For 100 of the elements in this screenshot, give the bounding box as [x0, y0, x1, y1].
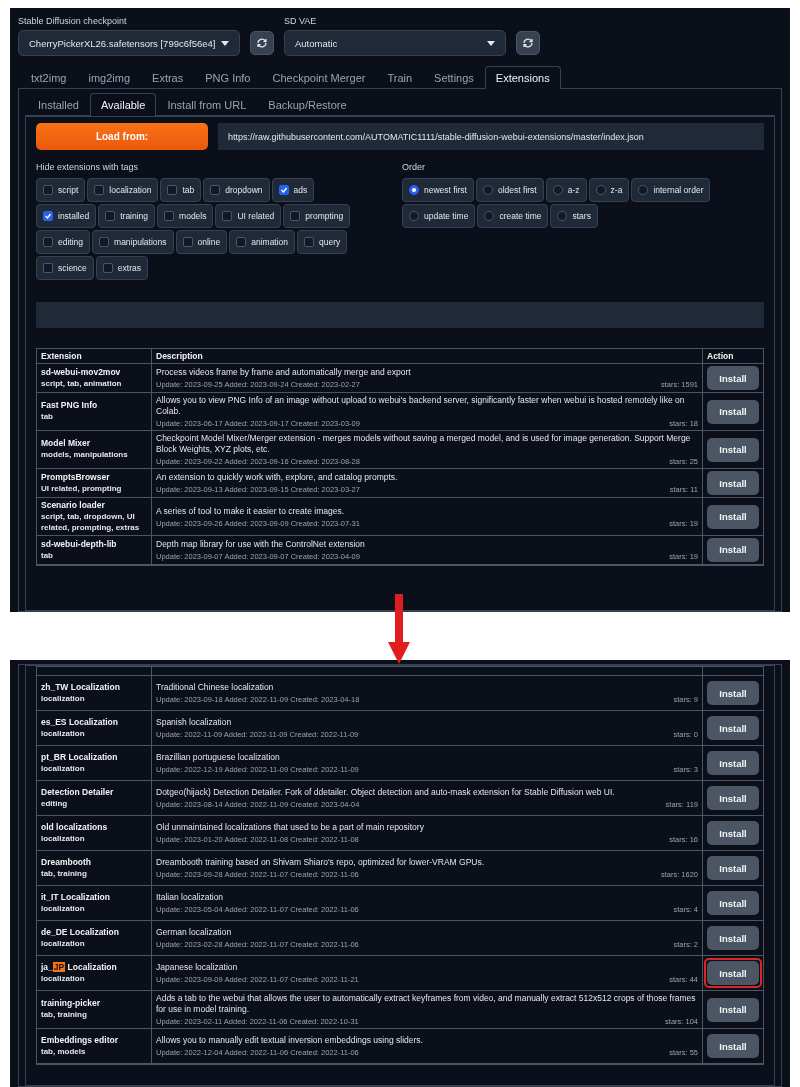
tab[interactable]: txt2img — [20, 66, 78, 89]
install-button[interactable]: Install — [707, 821, 759, 845]
tag-checkbox[interactable]: online — [175, 230, 228, 254]
radio-button[interactable] — [483, 185, 493, 195]
order-radio[interactable]: stars — [550, 204, 598, 228]
order-radio[interactable]: oldest first — [476, 178, 544, 202]
order-radio[interactable]: newest first — [402, 178, 474, 202]
radio-button[interactable] — [595, 185, 606, 195]
checkbox[interactable] — [167, 185, 178, 195]
checkbox[interactable] — [222, 211, 233, 221]
extension-description: Japanese localization — [156, 961, 239, 973]
tab[interactable]: Checkpoint Merger — [261, 66, 377, 89]
install-button[interactable]: Install — [707, 399, 759, 424]
tab[interactable]: PNG Info — [194, 66, 262, 89]
tag-checkbox[interactable]: training — [98, 204, 156, 228]
extension-tags: tab — [41, 550, 147, 562]
extension-name: Model Mixer — [41, 438, 92, 449]
down-arrow — [388, 594, 410, 664]
radio-button[interactable] — [557, 211, 568, 221]
radio-button[interactable] — [484, 211, 495, 221]
install-button[interactable]: Install — [707, 891, 759, 915]
install-button[interactable]: Install — [707, 926, 759, 950]
tab[interactable]: Train — [376, 66, 424, 89]
checkbox[interactable] — [278, 185, 289, 195]
setting-label: Stable Diffusion checkpoint — [18, 16, 128, 26]
install-button[interactable]: Install — [707, 997, 759, 1022]
extension-description: Depth map library for use with the ControlNet extension — [156, 538, 366, 550]
dropdown[interactable]: CherryPickerXL26.safetensors [799c6f56e4] — [18, 30, 240, 56]
tab[interactable]: img2img — [77, 66, 142, 89]
tag-checkbox[interactable]: script — [36, 178, 86, 202]
install-button[interactable]: Install — [707, 856, 759, 880]
extension-tags: localization — [41, 973, 147, 985]
checkbox[interactable] — [304, 237, 315, 247]
tag-checkbox[interactable]: extras — [95, 256, 148, 280]
refresh-button[interactable] — [516, 31, 540, 55]
tab[interactable]: Settings — [423, 66, 485, 89]
radio-button[interactable] — [552, 185, 563, 195]
radio-button[interactable] — [638, 185, 649, 195]
column-header: Description — [156, 351, 204, 361]
install-button[interactable]: Install — [707, 681, 759, 705]
checkbox[interactable] — [94, 185, 105, 195]
checkbox[interactable] — [164, 211, 175, 221]
install-button[interactable]: Install — [707, 471, 759, 496]
install-button[interactable]: Install — [707, 437, 759, 462]
tag-checkbox[interactable]: editing — [36, 230, 91, 254]
tag-checkbox[interactable]: dropdown — [203, 178, 270, 202]
checkbox[interactable] — [210, 185, 221, 195]
extension-tags: localization — [41, 833, 147, 845]
tag-checkbox[interactable]: prompting — [283, 204, 351, 228]
checkbox[interactable] — [290, 211, 301, 221]
tag-checkbox[interactable]: localization — [87, 178, 159, 202]
tag-checkbox[interactable]: installed — [36, 204, 97, 228]
extension-tags: models, manipulations — [41, 450, 147, 461]
dropdown[interactable]: Automatic — [284, 30, 506, 56]
caret-icon — [487, 40, 495, 46]
install-button[interactable]: Install — [707, 504, 759, 529]
checkbox[interactable] — [105, 211, 116, 221]
extension-description: Process videos frame by frame and automatically merge and export — [156, 366, 412, 378]
checkbox[interactable] — [43, 263, 53, 273]
refresh-button[interactable] — [250, 31, 274, 55]
extension-tags: localization — [41, 903, 147, 915]
tab[interactable]: Installed — [27, 93, 90, 116]
tag-checkbox[interactable]: science — [36, 256, 94, 280]
tab[interactable]: Extras — [141, 66, 195, 89]
install-button[interactable]: Install — [707, 961, 759, 985]
tag-checkbox[interactable]: query — [297, 230, 348, 254]
tag-checkbox[interactable]: animation — [229, 230, 296, 254]
checkbox[interactable] — [43, 185, 53, 195]
order-radio[interactable]: a-z — [545, 178, 587, 202]
tab[interactable]: Install from URL — [156, 93, 258, 116]
checkbox[interactable] — [43, 211, 53, 221]
checkbox[interactable] — [182, 237, 193, 247]
install-button[interactable]: Install — [707, 366, 759, 390]
radio-button[interactable] — [409, 211, 419, 221]
checkbox[interactable] — [236, 237, 247, 247]
tag-checkbox[interactable]: models — [157, 204, 214, 228]
tab[interactable]: Available — [90, 93, 157, 116]
order-radio[interactable]: internal order — [631, 178, 711, 202]
extension-tags: localization — [41, 728, 147, 740]
tab[interactable]: Backup/Restore — [257, 93, 358, 116]
install-button[interactable]: Install — [707, 537, 759, 562]
tab[interactable]: Extensions — [484, 66, 561, 89]
checkbox[interactable] — [102, 263, 113, 273]
url-field[interactable]: https://raw.githubusercontent.com/AUTOMATIC1111/stable-diffusion-webui-extensions/master/index.json — [218, 123, 764, 150]
tag-checkbox[interactable]: tab — [160, 178, 202, 202]
order-radio[interactable]: create time — [477, 204, 549, 228]
checkbox[interactable] — [99, 237, 110, 247]
install-button[interactable]: Install — [707, 716, 759, 740]
radio-button[interactable] — [409, 185, 419, 195]
extension-name: Fast PNG Info — [41, 400, 99, 411]
install-button[interactable]: Install — [707, 751, 759, 775]
tag-checkbox[interactable]: manipulations — [92, 230, 174, 254]
install-button[interactable]: Install — [707, 786, 759, 810]
order-radio[interactable]: z-a — [588, 178, 630, 202]
extension-description: Allows you to manually edit textual inversion embeddings using sliders. — [156, 1035, 424, 1047]
tag-checkbox[interactable]: ads — [271, 178, 315, 202]
tag-checkbox[interactable]: UI related — [215, 204, 282, 228]
install-button[interactable]: Install — [707, 1034, 759, 1059]
order-radio[interactable]: update time — [402, 204, 476, 228]
checkbox[interactable] — [43, 237, 53, 247]
